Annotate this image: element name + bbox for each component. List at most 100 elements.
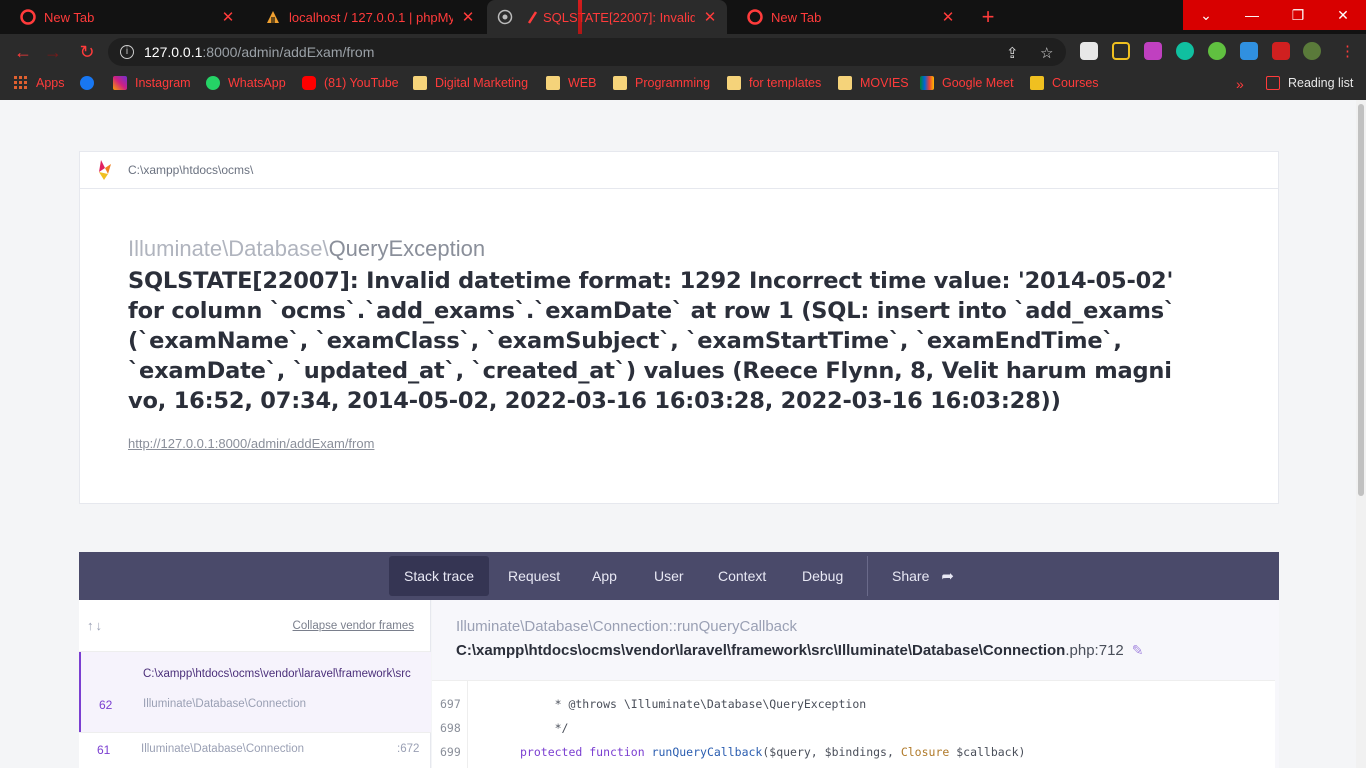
folder-icon (546, 76, 560, 90)
frame-line: :672 (397, 743, 420, 755)
frame-number: 61 (97, 743, 111, 757)
apps-grid-icon (14, 76, 28, 90)
bookmark-label: Google Meet (942, 76, 1014, 90)
exception-card: C:\xampp\htdocs\ocms\ Illuminate\Databas… (79, 151, 1279, 504)
bookmark-label: Instagram (135, 76, 191, 90)
folder-icon (727, 76, 741, 90)
bookmark-for-templates[interactable]: for templates (727, 76, 821, 90)
request-url-link[interactable]: http://127.0.0.1:8000/admin/addExam/from (128, 436, 374, 451)
tab-title: SQLSTATE[22007]: Invalid datetime (543, 9, 695, 25)
tab-user[interactable]: User (639, 556, 699, 596)
bookmark-google-meet[interactable]: Google Meet (920, 76, 1014, 90)
folder-icon (838, 76, 852, 90)
facebook-icon (80, 76, 94, 90)
share-label: Share (892, 568, 930, 584)
menu-kebab-icon[interactable]: ⋮ (1340, 42, 1355, 60)
site-info-icon[interactable]: i (120, 45, 134, 59)
line-number: 699 (440, 745, 461, 759)
stack-frame[interactable]: 61 Illuminate\Database\Connection :672 (79, 732, 431, 768)
reading-list[interactable]: Reading list (1266, 76, 1353, 90)
stack-frames-panel: ↑↓ Collapse vendor frames C:\xampp\htdoc… (79, 600, 431, 768)
minimize-button[interactable]: — (1229, 0, 1275, 30)
browser-tab-phpmyadmin[interactable]: localhost / 127.0.0.1 | phpMyAdmin ✕ (245, 0, 485, 34)
grammarly-icon[interactable] (1176, 42, 1194, 60)
share-icon[interactable]: ⇪ (1006, 44, 1019, 62)
tab-stack-trace[interactable]: Stack trace (389, 556, 490, 596)
address-bar[interactable]: i 127.0.0.1:8000/admin/addExam/from ⇪ ☆ (108, 38, 1066, 66)
bookmark-web[interactable]: WEB (546, 76, 596, 90)
extension-icon[interactable] (1080, 42, 1098, 60)
bookmark-label: Apps (36, 76, 65, 90)
bookmark-label: WhatsApp (228, 76, 286, 90)
tab-request[interactable]: Request (493, 556, 575, 596)
frame-detail-panel: Illuminate\Database\Connection::runQuery… (432, 600, 1279, 768)
extension-icon[interactable] (1240, 42, 1258, 60)
bookmark-label: MOVIES (860, 76, 909, 90)
tab-search-chevron-icon[interactable]: ⌄ (1183, 0, 1229, 30)
ignition-logo-icon (98, 160, 112, 180)
youtube-icon (302, 76, 316, 90)
browser-tab-new-tab-1[interactable]: New Tab ✕ (0, 0, 245, 34)
new-tab-button[interactable]: + (975, 4, 1001, 30)
bookmark-label: Programming (635, 76, 711, 90)
more-bookmarks-chevron-icon[interactable]: » (1236, 76, 1244, 92)
scrollbar-thumb[interactable] (1358, 104, 1364, 496)
forward-arrow-icon[interactable]: → (42, 41, 64, 63)
tab-context[interactable]: Context (703, 556, 781, 596)
reload-icon[interactable]: ↻ (76, 41, 98, 63)
bookmark-facebook[interactable] (80, 76, 102, 90)
bookmark-youtube[interactable]: (81) YouTube (302, 76, 399, 90)
extensions-puzzle-icon[interactable] (1272, 42, 1290, 60)
exception-class: Illuminate\Database\QueryException (128, 236, 485, 262)
error-tabs-nav: Stack trace Request App User Context Deb… (79, 552, 1279, 600)
close-icon[interactable]: ✕ (461, 8, 475, 26)
frame-file-line: .php:712 (1065, 642, 1124, 659)
instagram-icon (113, 76, 127, 90)
code-line: 698 */ (432, 721, 1275, 745)
tab-app[interactable]: App (577, 556, 632, 596)
edit-pencil-icon[interactable]: ✎ (1132, 642, 1144, 658)
bookmark-instagram[interactable]: Instagram (113, 76, 191, 90)
bookmark-star-icon[interactable]: ☆ (1040, 44, 1053, 62)
tab-title: localhost / 127.0.0.1 | phpMyAdmin (289, 9, 453, 25)
bookmark-programming[interactable]: Programming (613, 76, 710, 90)
collapse-vendor-frames-link[interactable]: Collapse vendor frames (293, 620, 414, 632)
bookmark-courses[interactable]: Courses (1030, 76, 1099, 90)
close-icon[interactable]: ✕ (941, 8, 955, 26)
profile-avatar[interactable] (1303, 42, 1321, 60)
frame-nav-arrows-icon[interactable]: ↑↓ (87, 618, 104, 633)
close-icon[interactable]: ✕ (221, 8, 235, 26)
url-host: 127.0.0.1 (144, 44, 203, 60)
restore-button[interactable]: ❐ (1275, 0, 1321, 30)
page-scrollbar[interactable] (1356, 100, 1366, 768)
screenshot-extension-icon[interactable] (1112, 42, 1130, 60)
code-type: Closure (900, 745, 950, 759)
back-arrow-icon[interactable]: ← (12, 41, 34, 63)
bookmark-digital-marketing[interactable]: Digital Marketing (413, 76, 528, 90)
frame-file-name: C:\xampp\htdocs\ocms\vendor\laravel\fram… (456, 642, 1066, 659)
bookmark-whatsapp[interactable]: WhatsApp (206, 76, 286, 90)
bookmarks-bar: Apps Instagram WhatsApp (81) YouTube Dig… (0, 70, 1366, 100)
frame-method: Illuminate\Database\Connection::runQuery… (456, 618, 798, 635)
code-keyword: protected function (520, 745, 652, 759)
bookmark-apps[interactable]: Apps (14, 76, 65, 90)
page-viewport: C:\xampp\htdocs\ocms\ Illuminate\Databas… (0, 100, 1366, 768)
bookmark-movies[interactable]: MOVIES (838, 76, 909, 90)
reading-list-label: Reading list (1288, 76, 1354, 90)
extension-icon[interactable] (1208, 42, 1226, 60)
extension-icon[interactable] (1144, 42, 1162, 60)
exception-card-header: C:\xampp\htdocs\ocms\ (80, 152, 1278, 189)
share-button[interactable]: Share ➦ (877, 556, 969, 596)
phpmyadmin-icon (265, 9, 281, 25)
stack-frame-selected[interactable]: C:\xampp\htdocs\ocms\vendor\laravel\fram… (79, 652, 431, 732)
window-close-button[interactable]: ✕ (1320, 0, 1366, 30)
opera-icon (747, 9, 763, 25)
folder-icon (413, 76, 427, 90)
exception-message: SQLSTATE[22007]: Invalid datetime format… (128, 268, 1175, 414)
browser-tab-new-tab-2[interactable]: New Tab ✕ (727, 0, 965, 34)
tab-debug[interactable]: Debug (787, 556, 858, 596)
close-icon[interactable]: ✕ (703, 8, 717, 26)
globe-icon (497, 9, 513, 25)
code-line: 697 * @throws \Illuminate\Database\Query… (432, 697, 1275, 721)
browser-tab-sqlstate[interactable]: SQLSTATE[22007]: Invalid datetime ✕ (487, 0, 727, 34)
